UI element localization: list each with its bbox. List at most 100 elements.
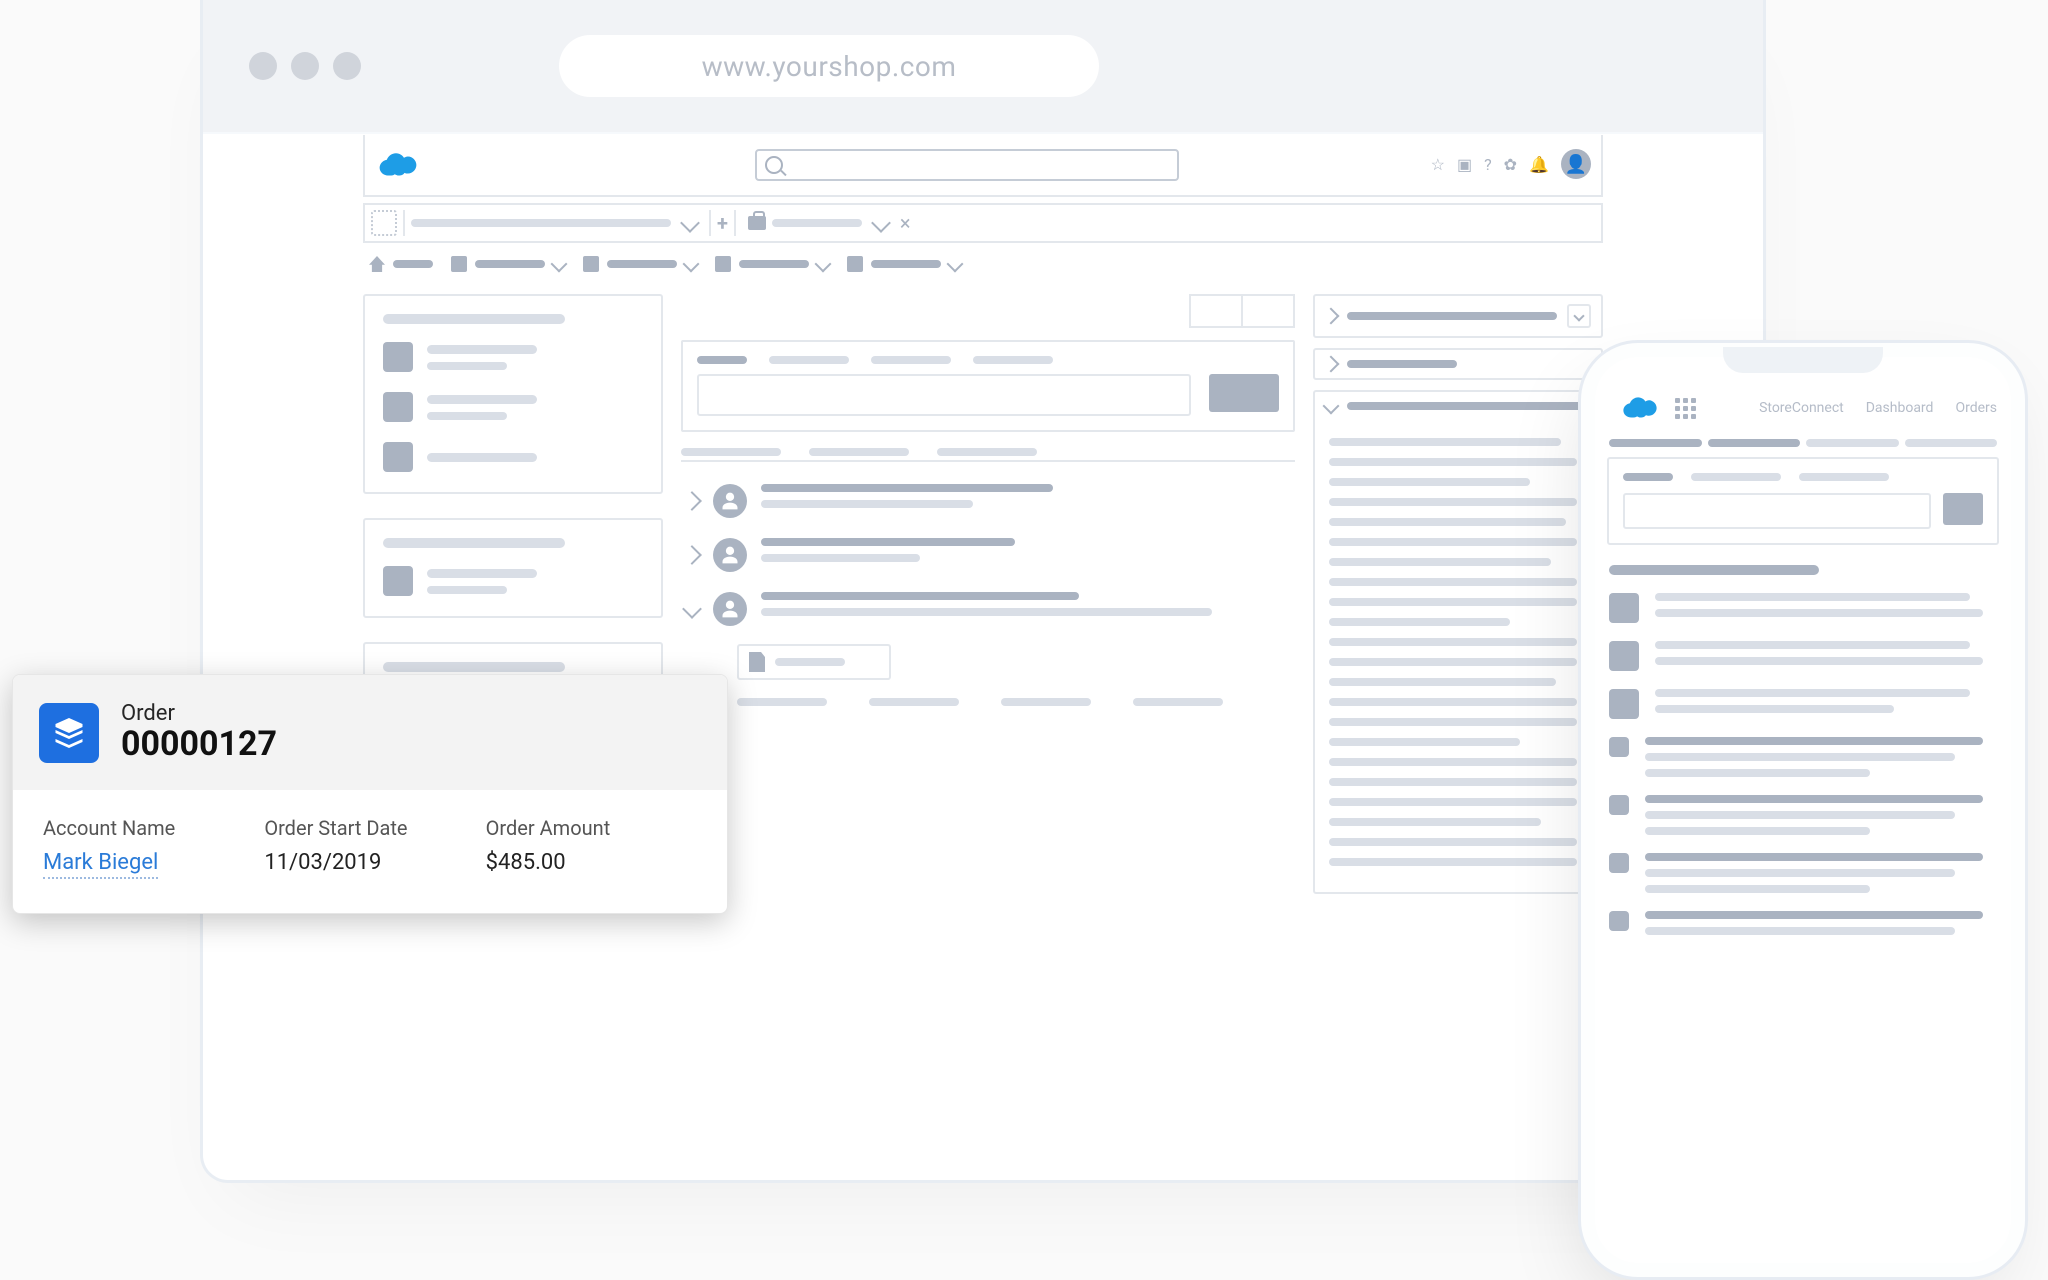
list-item[interactable] — [1609, 911, 1997, 935]
footer-stat — [1001, 698, 1091, 706]
settings-icon[interactable]: ✿ — [1504, 155, 1517, 174]
help-icon[interactable]: ? — [1484, 155, 1492, 174]
expand-icon[interactable] — [682, 545, 702, 565]
favorite-icon[interactable]: ☆ — [1431, 155, 1445, 174]
order-object-label: Order — [121, 701, 277, 726]
mobile-device: StoreConnect Dashboard Orders — [1578, 340, 2028, 1280]
object-icon — [583, 256, 599, 272]
collapse-icon[interactable] — [682, 599, 702, 619]
footer-stat — [1133, 698, 1223, 706]
mobile-list-section — [1605, 565, 2001, 719]
notifications-icon[interactable]: 🔔 — [1529, 155, 1549, 174]
user-avatar[interactable]: 👤 — [1561, 149, 1591, 179]
chevron-right-icon[interactable] — [1323, 308, 1340, 325]
nav-tab[interactable] — [451, 256, 565, 272]
list-item[interactable] — [383, 442, 643, 472]
user-avatar-icon — [713, 484, 747, 518]
list-item[interactable] — [1609, 593, 1997, 623]
header-utility: ☆ ▣ ? ✿ 🔔 👤 — [1431, 149, 1591, 179]
app-name-placeholder — [411, 219, 671, 227]
mobile-nav-tabs: StoreConnect Dashboard Orders — [1759, 400, 1997, 416]
app-launcher-icon[interactable] — [1675, 398, 1696, 419]
item-icon — [1609, 593, 1639, 623]
record-search-button[interactable] — [1209, 374, 1279, 412]
new-tab-button[interactable]: + — [717, 211, 728, 235]
tab-placeholder[interactable] — [937, 448, 1037, 456]
address-bar[interactable]: www.yourshop.com — [559, 35, 1099, 97]
global-search[interactable] — [755, 149, 1179, 181]
right-sidebar — [1313, 294, 1603, 1154]
record-tabs — [681, 444, 1295, 462]
field-label: Order Amount — [486, 816, 697, 840]
nav-tab[interactable] — [847, 256, 961, 272]
footer-stat — [737, 698, 827, 706]
item-icon — [383, 392, 413, 422]
field-start-date: Order Start Date 11/03/2019 — [264, 816, 475, 879]
item-icon — [1609, 911, 1629, 931]
feed-item — [681, 474, 1295, 528]
filter-label — [1691, 473, 1781, 481]
chevron-down-icon — [683, 256, 700, 273]
window-dot[interactable] — [333, 52, 361, 80]
object-icon — [451, 256, 467, 272]
record-search-input[interactable] — [697, 374, 1191, 416]
user-avatar-icon — [713, 538, 747, 572]
window-controls — [233, 52, 361, 80]
path-step[interactable] — [1806, 439, 1899, 447]
workspace-tab-label[interactable] — [772, 219, 862, 227]
close-tab-icon[interactable]: × — [900, 211, 911, 235]
activity-feed — [681, 474, 1295, 706]
window-dot[interactable] — [249, 52, 277, 80]
panel-menu-icon[interactable] — [1567, 304, 1591, 328]
chevron-right-icon[interactable] — [1323, 356, 1340, 373]
item-icon — [1609, 853, 1629, 873]
browser-chrome: www.yourshop.com — [203, 0, 1763, 134]
account-link[interactable]: Mark Biegel — [43, 850, 158, 879]
mobile-tab[interactable]: StoreConnect — [1759, 400, 1844, 416]
list-item[interactable] — [383, 392, 643, 422]
field-placeholder — [697, 356, 747, 364]
path-progress — [1609, 439, 1997, 447]
item-icon — [383, 442, 413, 472]
list-item[interactable] — [1609, 689, 1997, 719]
attachment[interactable] — [737, 644, 891, 680]
list-item[interactable] — [1609, 737, 1997, 777]
field-value: 11/03/2019 — [264, 850, 475, 875]
mobile-tab[interactable]: Orders — [1955, 400, 1997, 416]
panel-heading-placeholder — [383, 314, 565, 324]
chevron-down-icon[interactable] — [871, 213, 891, 233]
list-item[interactable] — [1609, 641, 1997, 671]
action-button[interactable] — [1241, 294, 1295, 328]
mobile-search-button[interactable] — [1943, 493, 1983, 525]
feed-item — [681, 528, 1295, 582]
nav-tab-home[interactable] — [369, 256, 433, 272]
list-item[interactable] — [383, 566, 643, 596]
field-value: $485.00 — [486, 850, 697, 875]
tab-placeholder[interactable] — [681, 448, 781, 456]
tab-placeholder[interactable] — [809, 448, 909, 456]
nav-tab[interactable] — [583, 256, 697, 272]
expand-icon[interactable] — [682, 491, 702, 511]
window-dot[interactable] — [291, 52, 319, 80]
nav-tab[interactable] — [715, 256, 829, 272]
salesforce-logo-icon — [377, 150, 419, 180]
home-icon — [369, 256, 385, 272]
list-item[interactable] — [383, 342, 643, 372]
list-item[interactable] — [1609, 795, 1997, 835]
app-launcher-icon[interactable]: ▣ — [1457, 155, 1472, 174]
mobile-tab[interactable]: Dashboard — [1866, 400, 1934, 416]
list-item[interactable] — [1609, 853, 1997, 893]
record-actions — [681, 294, 1295, 328]
item-icon — [383, 566, 413, 596]
feed-footer — [737, 698, 1295, 706]
path-step[interactable] — [1609, 439, 1702, 447]
action-button[interactable] — [1189, 294, 1241, 328]
chevron-down-icon[interactable] — [1323, 398, 1340, 415]
app-launcher-icon[interactable] — [371, 210, 397, 236]
sidebar-panel — [363, 518, 663, 618]
mobile-search-input[interactable] — [1623, 493, 1931, 529]
path-step[interactable] — [1905, 439, 1998, 447]
search-icon — [765, 156, 783, 174]
path-step[interactable] — [1708, 439, 1801, 447]
chevron-down-icon[interactable] — [680, 213, 700, 233]
